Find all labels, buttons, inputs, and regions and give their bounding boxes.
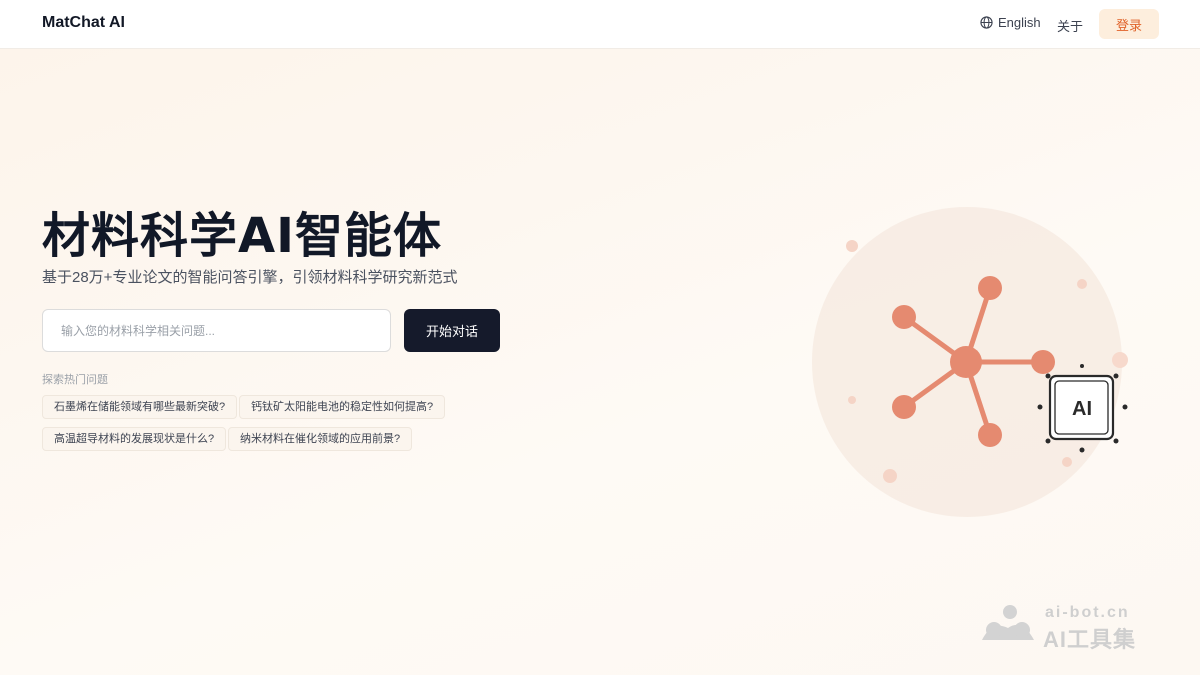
globe-icon — [980, 16, 993, 29]
page-subtitle: 基于28万+专业论文的智能问答引擎，引领材料科学研究新范式 — [42, 269, 458, 286]
decor-dot — [846, 240, 858, 252]
watermark: ai-bot.cn AI工具集 — [980, 602, 1170, 652]
top-nav-bar: MatChat AI English 关于 登录 — [0, 0, 1200, 49]
language-label: English — [998, 15, 1041, 30]
about-link[interactable]: 关于 — [1057, 16, 1083, 35]
watermark-logo-icon — [982, 605, 1034, 640]
decor-dot — [1062, 457, 1072, 467]
page-title: 材料科学AI智能体 — [42, 208, 443, 264]
start-chat-button[interactable]: 开始对话 — [404, 309, 500, 352]
hot-question-chip[interactable]: 纳米材料在催化领域的应用前景? — [228, 427, 413, 451]
brand-logo[interactable]: MatChat AI — [42, 14, 125, 32]
decor-dot — [883, 469, 897, 483]
watermark-domain: ai-bot.cn — [1045, 604, 1130, 621]
decor-dot — [1077, 279, 1087, 289]
decor-dot — [848, 396, 856, 404]
hot-questions-label: 探索热门问题 — [42, 374, 108, 386]
hot-question-chip[interactable]: 钙钛矿太阳能电池的稳定性如何提高? — [239, 395, 446, 419]
hot-question-chip[interactable]: 高温超导材料的发展现状是什么? — [42, 427, 227, 451]
hero-illustration: AI — [780, 190, 1160, 530]
ai-chip-label: AI — [1072, 398, 1092, 420]
login-button[interactable]: 登录 — [1099, 9, 1159, 39]
watermark-name: AI工具集 — [1043, 627, 1137, 652]
language-switch[interactable]: English — [980, 15, 1041, 30]
hot-question-chip[interactable]: 石墨烯在储能领域有哪些最新突破? — [42, 395, 238, 419]
decor-dot — [1112, 352, 1128, 368]
question-input[interactable] — [42, 309, 391, 352]
molecule-network-icon: AI — [812, 207, 1128, 517]
